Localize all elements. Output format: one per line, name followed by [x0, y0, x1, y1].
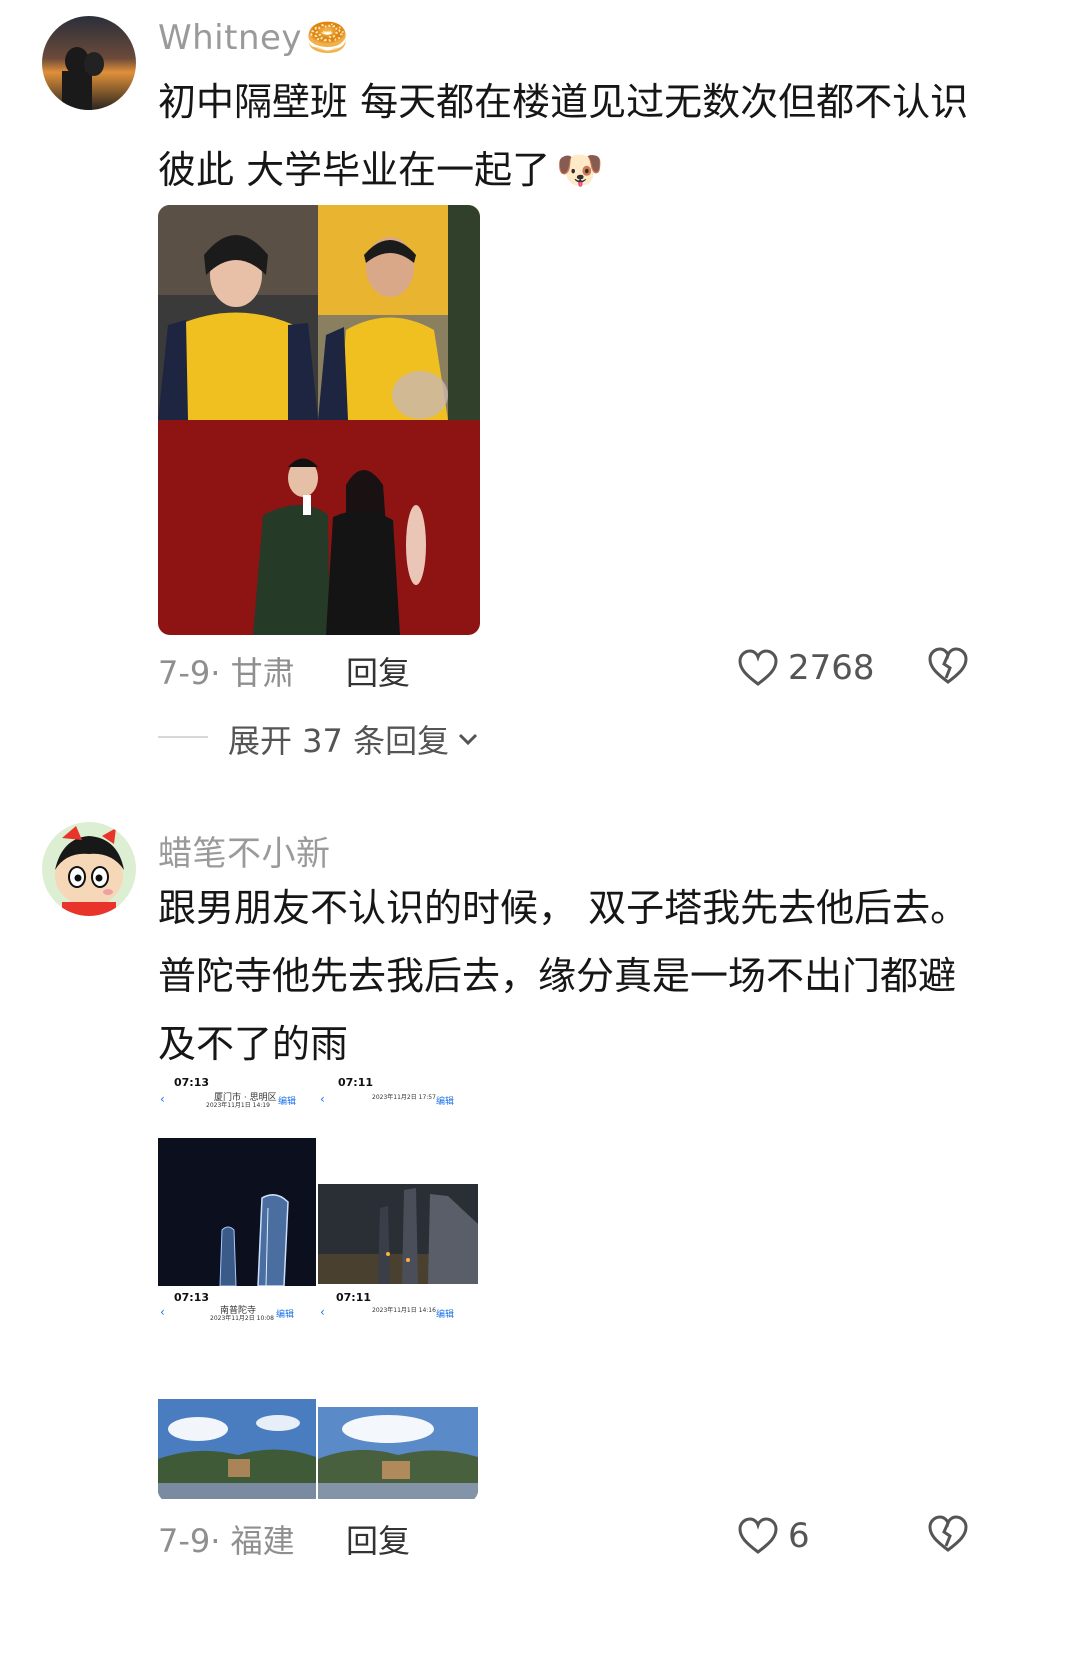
nav-date: 2023年11月2日 17:57: [372, 1094, 436, 1101]
expand-replies-button[interactable]: 展开 37 条回复: [228, 716, 481, 762]
nav-back-icon: ‹: [320, 1092, 325, 1106]
expand-divider-line: [158, 736, 208, 738]
status-time: 07:13: [174, 1076, 210, 1089]
nav-date: 2023年11月1日 14:19: [206, 1102, 270, 1109]
comment-date-location: 7-9· 福建: [158, 1522, 295, 1560]
dislike-button[interactable]: [928, 646, 968, 690]
dislike-button[interactable]: [928, 1514, 968, 1558]
avatar-whitney[interactable]: [42, 16, 136, 110]
broken-heart-icon: [928, 647, 968, 684]
broken-heart-icon: [928, 1515, 968, 1552]
reply-button[interactable]: 回复: [346, 1516, 410, 1562]
status-time: 07:13: [174, 1291, 210, 1304]
comment-line-3: 及不了的雨: [158, 1022, 349, 1066]
comment-line-1: 跟男朋友不认识的时候， 双子塔我先去他后去。: [158, 886, 969, 930]
phone-shot-4: 07:11 ‹ 2023年11月1日 14:16 编辑: [318, 1287, 478, 1502]
reply-button[interactable]: 回复: [346, 648, 410, 694]
status-time: 07:11: [336, 1291, 372, 1304]
night-photo: [158, 1138, 316, 1287]
nav-edit: 编辑: [278, 1097, 297, 1107]
comment-line-2: 普陀寺他先去我后去，缘分真是一场不出门都避: [158, 954, 957, 998]
temple-photo: [318, 1407, 478, 1499]
avatar-image: [42, 16, 136, 110]
heart-icon: [738, 649, 778, 686]
temple-photo: [158, 1399, 316, 1499]
phone-shot-3: 07:13 ‹ 南普陀寺 2023年11月2日 10:08 编辑: [158, 1287, 316, 1502]
comment-photo[interactable]: [158, 205, 480, 635]
dusk-photo: [318, 1184, 478, 1284]
expand-replies-label[interactable]: 展开 37 条回复: [228, 716, 449, 762]
status-time: 07:11: [338, 1076, 374, 1089]
comment-photo[interactable]: 07:13 ‹ 厦门市 · 思明区 2023年11月1日 14:19 编辑 07…: [158, 1072, 478, 1502]
avatar-image: [42, 822, 136, 916]
nav-edit: 编辑: [436, 1310, 455, 1320]
comment-line-2: 彼此 大学毕业在一起了 🐶: [158, 148, 604, 192]
bagel-emoji-icon: 🥯: [306, 18, 349, 58]
photo-collage: [158, 205, 480, 635]
like-button[interactable]: 6: [738, 1514, 810, 1558]
username[interactable]: Whitney 🥯: [158, 18, 349, 58]
nav-back-icon: ‹: [320, 1305, 325, 1319]
nav-date: 2023年11月2日 10:08: [210, 1315, 274, 1322]
avatar-crayon[interactable]: [42, 822, 136, 916]
nav-date: 2023年11月1日 14:16: [372, 1307, 436, 1314]
nav-back-icon: ‹: [160, 1092, 165, 1106]
dog-emoji-icon: 🐶: [556, 148, 604, 192]
username-text[interactable]: Whitney: [158, 18, 302, 58]
comment-text: 跟男朋友不认识的时候， 双子塔我先去他后去。 普陀寺他先去我后去，缘分真是一场不…: [158, 874, 1058, 1078]
like-count: 2768: [788, 648, 875, 688]
nav-edit: 编辑: [436, 1097, 455, 1107]
phone-shot-2: 07:11 ‹ 2023年11月2日 17:57 编辑: [318, 1072, 478, 1287]
phone-shot-1: 07:13 ‹ 厦门市 · 思明区 2023年11月1日 14:19 编辑: [158, 1072, 316, 1287]
like-count: 6: [788, 1516, 810, 1556]
like-button[interactable]: 2768: [738, 646, 875, 690]
username[interactable]: 蜡笔不小新: [158, 826, 331, 875]
chevron-down-icon: [459, 733, 478, 746]
nav-edit: 编辑: [276, 1310, 295, 1320]
heart-icon: [738, 1517, 778, 1554]
comment-line-1: 初中隔壁班 每天都在楼道见过无数次但都不认识: [158, 80, 969, 124]
comment-text: 初中隔壁班 每天都在楼道见过无数次但都不认识 彼此 大学毕业在一起了 🐶: [158, 68, 1058, 204]
nav-back-icon: ‹: [160, 1305, 165, 1319]
comment-date-location: 7-9· 甘肃: [158, 654, 295, 692]
